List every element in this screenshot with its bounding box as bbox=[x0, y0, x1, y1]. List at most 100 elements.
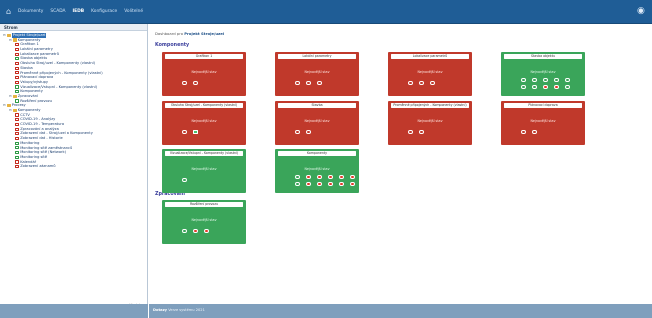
status-indicator-empty bbox=[565, 85, 570, 89]
status-indicator-alert bbox=[339, 175, 344, 179]
status-card[interactable]: Vizualizace/Vstupní - Komponenty (vlastn… bbox=[162, 149, 246, 193]
alert-document-icon bbox=[15, 118, 19, 122]
status-card[interactable]: Rozšíření provozu Nejnovější stav bbox=[162, 200, 246, 244]
app-root: ⌂ Dokumenty SCADA IEDB Konfigurace Volitelné… bbox=[0, 0, 652, 318]
top-menu-item[interactable]: SCADA bbox=[50, 9, 65, 15]
top-menu-item[interactable]: Konfigurace bbox=[91, 9, 117, 15]
top-menu-item[interactable]: IEDB bbox=[73, 9, 85, 15]
status-indicator-empty bbox=[430, 81, 435, 85]
status-card[interactable]: Lokální parametry Nejnovější stav bbox=[275, 52, 359, 96]
card-title: Lokalizace parametrů bbox=[391, 54, 469, 59]
status-text: Dotazy Verze systému 2021 bbox=[153, 308, 205, 312]
folder-icon bbox=[6, 33, 11, 37]
status-indicator-empty bbox=[182, 130, 187, 134]
home-icon[interactable]: ⌂ bbox=[6, 8, 15, 16]
alert-document-icon bbox=[15, 66, 19, 70]
status-indicator-alert bbox=[543, 85, 548, 89]
alert-document-icon bbox=[15, 160, 19, 164]
panel-title: Strom bbox=[0, 24, 147, 31]
card-subtitle: Nejnovější stav bbox=[417, 70, 443, 74]
status-indicator-alert bbox=[317, 175, 322, 179]
status-card[interactable]: Lokalizace parametrů Nejnovější stav bbox=[388, 52, 472, 96]
status-indicator-empty bbox=[543, 78, 548, 82]
card-title: Komponenty bbox=[278, 151, 356, 156]
card-subtitle: Nejnovější stav bbox=[304, 167, 330, 171]
status-indicator-empty bbox=[408, 130, 413, 134]
card-subtitle: Nejnovější stav bbox=[191, 119, 217, 123]
breadcrumb-prefix: Dashboard pro bbox=[155, 31, 184, 36]
status-indicator-empty bbox=[521, 78, 526, 82]
ok-document-icon bbox=[15, 57, 19, 61]
card-title: Lokální parametry bbox=[278, 54, 356, 59]
top-menu-item[interactable]: Dokumenty bbox=[18, 9, 43, 15]
user-account-icon[interactable]: ◉ bbox=[637, 6, 647, 16]
status-indicator-empty bbox=[306, 81, 311, 85]
status-indicator-empty bbox=[182, 81, 187, 85]
status-indicator-alert bbox=[317, 182, 322, 186]
ok-document-icon bbox=[15, 85, 19, 89]
status-indicator-alert bbox=[328, 182, 333, 186]
tree-node[interactable]: Zobrazení záznamů bbox=[3, 164, 145, 169]
status-card[interactable]: Proměnné připojených - Komponenty (vlast… bbox=[388, 101, 472, 145]
status-indicator-empty bbox=[193, 81, 198, 85]
card-subtitle: Nejnovější stav bbox=[191, 218, 217, 222]
folder-icon bbox=[12, 94, 17, 98]
card-subtitle: Nejnovější stav bbox=[530, 119, 556, 123]
card-subtitle: Nejnovější stav bbox=[530, 70, 556, 74]
card-title: Grafikon 1 bbox=[165, 54, 243, 59]
status-card[interactable]: Obsluha Stroj/uzel - Komponenty (vlastní… bbox=[162, 101, 246, 145]
status-indicator-empty bbox=[182, 178, 187, 182]
section-title-components: Komponenty bbox=[155, 43, 190, 48]
status-indicator-empty bbox=[521, 85, 526, 89]
alert-document-icon bbox=[15, 43, 19, 47]
ok-document-icon bbox=[15, 150, 19, 155]
card-subtitle: Nejnovější stav bbox=[191, 167, 217, 171]
card-subtitle: Nejnovější stav bbox=[304, 119, 330, 123]
ok-document-icon bbox=[15, 146, 19, 150]
status-indicator-alert bbox=[306, 175, 311, 179]
status-indicator-alert bbox=[350, 175, 355, 179]
status-indicator-empty bbox=[419, 130, 424, 134]
breadcrumb-current[interactable]: Projekt Stroje/uzel bbox=[184, 31, 224, 36]
status-label: Dotazy bbox=[153, 308, 168, 312]
alert-document-icon bbox=[15, 136, 19, 141]
status-indicator-empty bbox=[295, 130, 300, 134]
status-indicator-alert bbox=[554, 85, 559, 89]
top-navigation-bar: ⌂ Dokumenty SCADA IEDB Konfigurace Volitelné… bbox=[0, 0, 652, 24]
status-indicator-ok bbox=[193, 130, 198, 134]
status-indicator-empty bbox=[554, 78, 559, 82]
ok-document-icon bbox=[15, 155, 19, 159]
top-menu: Dokumenty SCADA IEDB Konfigurace Volitelné bbox=[18, 9, 143, 15]
status-card[interactable]: Plánovací doprava Nejnovější stav bbox=[501, 101, 585, 145]
status-card[interactable]: Grafikon 1 Nejnovější stav bbox=[162, 52, 246, 96]
status-indicator-empty bbox=[295, 81, 300, 85]
status-indicator-empty bbox=[306, 130, 311, 134]
alert-document-icon bbox=[15, 80, 19, 84]
card-title: Stavba bbox=[278, 103, 356, 108]
status-card[interactable]: Stavba objektu Nejnovější stav bbox=[501, 52, 585, 96]
card-title: Obsluha Stroj/uzel - Komponenty (vlastní… bbox=[165, 103, 243, 108]
card-subtitle: Nejnovější stav bbox=[191, 70, 217, 74]
left-footer bbox=[0, 304, 148, 318]
status-indicator-empty bbox=[182, 229, 187, 233]
folder-icon bbox=[12, 38, 17, 42]
alert-document-icon bbox=[15, 47, 19, 51]
alert-document-icon bbox=[15, 127, 19, 131]
status-card[interactable]: Stavba Nejnovější stav bbox=[275, 101, 359, 145]
status-version: Verze systému 2021 bbox=[168, 308, 205, 312]
top-menu-item[interactable]: Volitelné bbox=[124, 9, 143, 15]
status-indicator-empty bbox=[295, 182, 300, 186]
card-subtitle: Nejnovější stav bbox=[417, 119, 443, 123]
card-title: Rozšíření provozu bbox=[165, 202, 243, 207]
dashboard-area: Dashboard pro Projekt Stroje/uzel Kompon… bbox=[149, 24, 652, 304]
navigation-panel: Strom ⊟ Projekt Stroje/uzel ⊟ Komponenty Gra… bbox=[0, 24, 148, 318]
status-indicator-alert bbox=[204, 229, 209, 233]
status-indicator-empty bbox=[532, 130, 537, 134]
status-indicator-alert bbox=[350, 182, 355, 186]
status-bar: Dotazy Verze systému 2021 bbox=[149, 304, 652, 318]
status-indicator-empty bbox=[521, 130, 526, 134]
card-title: Plánovací doprava bbox=[504, 103, 582, 108]
ok-document-icon bbox=[15, 99, 19, 103]
ok-document-icon bbox=[15, 141, 19, 145]
status-card[interactable]: Komponenty Nejnovější stav bbox=[275, 149, 359, 193]
